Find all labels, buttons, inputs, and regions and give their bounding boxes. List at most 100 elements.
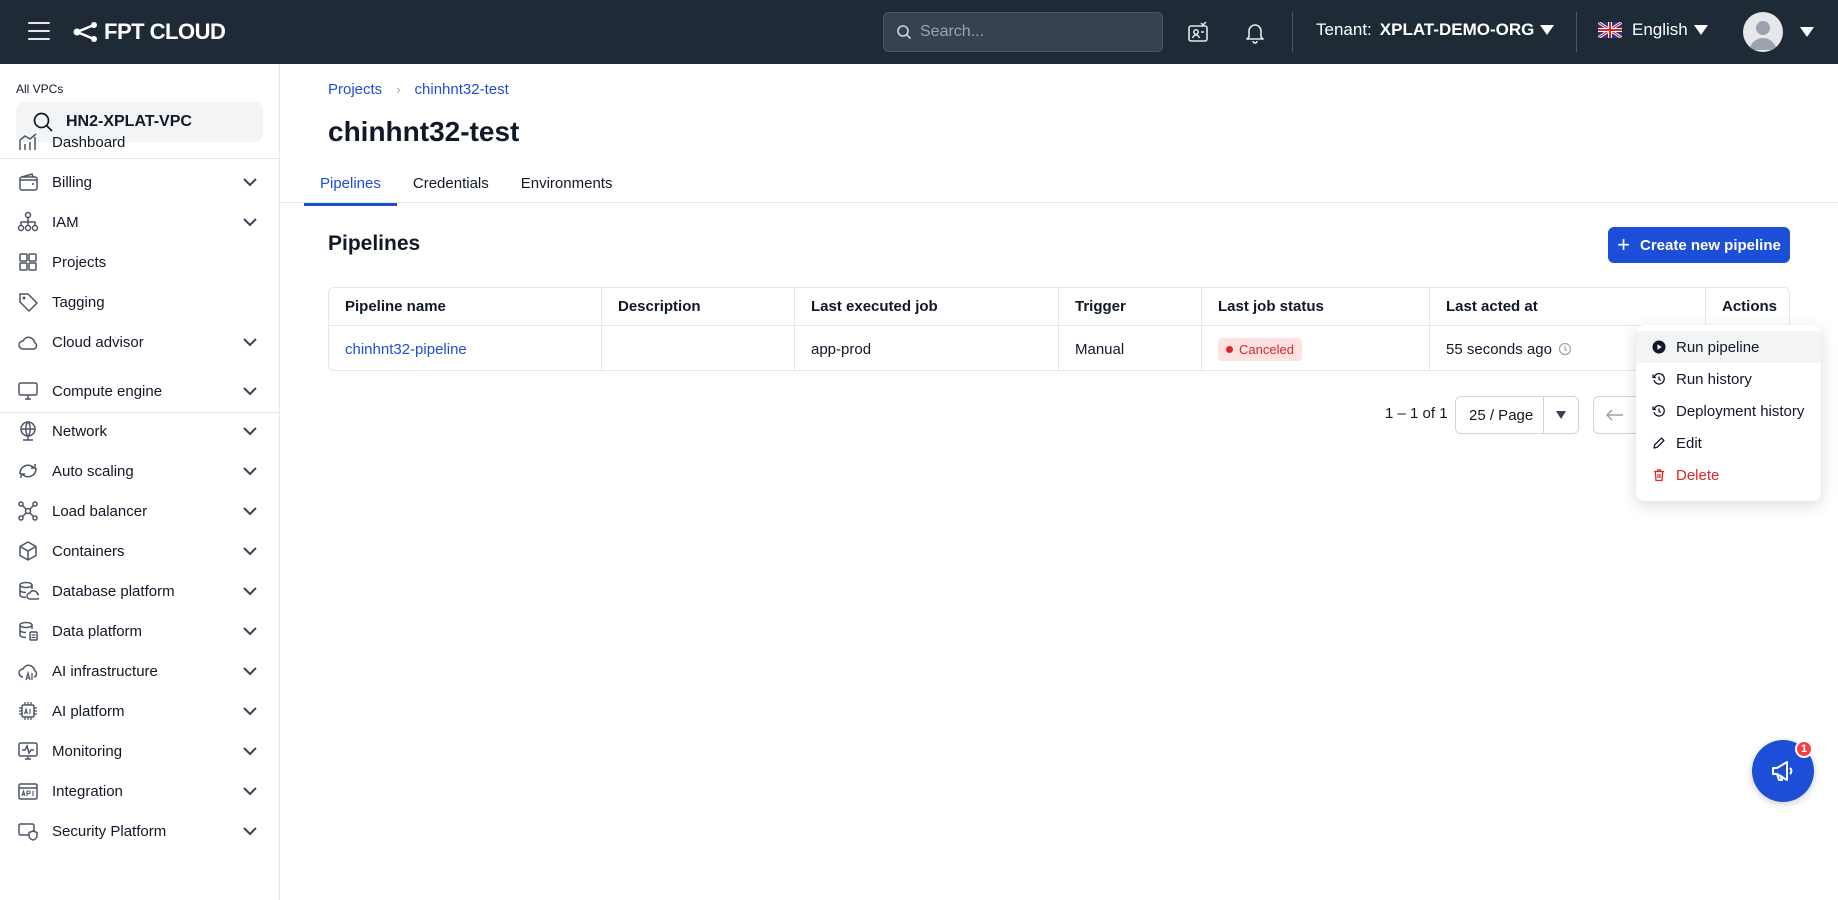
- sidebar-item-label: Data platform: [52, 622, 143, 640]
- language-selector[interactable]: English: [1598, 20, 1708, 40]
- sidebar-item-label: Integration: [52, 782, 123, 800]
- menu-item-run-history[interactable]: Run history: [1636, 363, 1821, 395]
- fpt-cloud-logo[interactable]: FPT CLOUD: [72, 17, 226, 47]
- table-header: Pipeline name Description Last executed …: [329, 288, 1789, 326]
- sidebar-item-label: Billing: [52, 173, 93, 191]
- chevron-down-icon[interactable]: [242, 825, 258, 837]
- sidebar-item-label: Projects: [52, 253, 107, 271]
- sidebar-item-label: Monitoring: [52, 742, 123, 760]
- user-card-icon[interactable]: [1186, 20, 1210, 44]
- column-header[interactable]: Description: [602, 288, 795, 325]
- global-search-box[interactable]: [883, 12, 1163, 52]
- chevron-down-icon[interactable]: [242, 336, 258, 348]
- chevron-down-icon[interactable]: [242, 785, 258, 797]
- trigger-cell: Manual: [1059, 326, 1202, 370]
- breadcrumb-current-link[interactable]: chinhnt32-test: [415, 81, 509, 98]
- column-header[interactable]: Last acted at: [1430, 288, 1706, 325]
- menu-item-label: Edit: [1676, 434, 1702, 452]
- uk-flag-icon: [1598, 22, 1622, 38]
- menu-item-deployment-history[interactable]: Deployment history: [1636, 395, 1821, 427]
- breadcrumb: Projects › chinhnt32-test: [328, 81, 509, 98]
- sidebar-item-network[interactable]: Network: [0, 411, 280, 451]
- menu-item-delete[interactable]: Delete: [1636, 459, 1821, 491]
- logo-network-icon: [73, 22, 97, 42]
- sidebar-item-projects[interactable]: Projects: [0, 242, 280, 282]
- sidebar-item-dashboard[interactable]: Dashboard: [0, 122, 280, 162]
- sidebar-item-iam[interactable]: IAM: [0, 202, 280, 242]
- sidebar-item-containers[interactable]: Containers: [0, 531, 280, 571]
- chevron-down-icon[interactable]: [242, 665, 258, 677]
- user-avatar-icon: [1749, 21, 1777, 50]
- chevron-down-icon[interactable]: [242, 545, 258, 557]
- table-row: chinhnt32-pipeline app-prod Manual Cance…: [329, 326, 1789, 370]
- sidebar-item-monitoring[interactable]: Monitoring: [0, 731, 280, 771]
- column-header[interactable]: Pipeline name: [329, 288, 602, 325]
- last-job-cell: app-prod: [795, 326, 1059, 370]
- arrow-left-icon: [1606, 409, 1623, 421]
- menu-item-run-pipeline[interactable]: Run pipeline: [1636, 331, 1821, 363]
- sidebar-item-integration[interactable]: Integration: [0, 771, 280, 811]
- sidebar-item-label: Security Platform: [52, 822, 167, 840]
- notification-count-badge: 1: [1795, 740, 1813, 758]
- sidebar-item-billing[interactable]: Billing: [0, 162, 280, 202]
- page-size-select[interactable]: 25 / Page: [1455, 396, 1579, 434]
- sidebar-item-database-platform[interactable]: Database platform: [0, 571, 280, 611]
- search-input[interactable]: [920, 23, 1150, 41]
- sidebar-item-label: AI infrastructure: [52, 662, 158, 680]
- shield-icon: [18, 823, 38, 841]
- pipeline-name-link[interactable]: chinhnt32-pipeline: [345, 341, 467, 358]
- menu-item-label: Run history: [1676, 370, 1752, 388]
- chip-icon: [19, 702, 37, 720]
- create-pipeline-button[interactable]: + Create new pipeline: [1608, 227, 1790, 263]
- chevron-down-icon[interactable]: [242, 465, 258, 477]
- last-acted-text: 55 seconds ago: [1446, 340, 1552, 358]
- logo-text: FPT CLOUD: [104, 19, 226, 44]
- tab-pipelines[interactable]: Pipelines: [304, 168, 397, 206]
- menu-item-edit[interactable]: Edit: [1636, 427, 1821, 459]
- tenant-selector[interactable]: Tenant: XPLAT-DEMO-ORG: [1316, 20, 1555, 40]
- chevron-down-icon[interactable]: [242, 745, 258, 757]
- sidebar-item-label: Auto scaling: [52, 462, 134, 480]
- breadcrumb-projects-link[interactable]: Projects: [328, 81, 382, 98]
- history-icon: [1652, 373, 1665, 385]
- tenant-label: Tenant:: [1316, 20, 1372, 39]
- tenant-value: XPLAT-DEMO-ORG: [1379, 20, 1535, 39]
- trash-icon: [1654, 469, 1664, 482]
- sidebar-item-label: IAM: [52, 213, 79, 231]
- bell-icon[interactable]: [1243, 20, 1267, 44]
- tab-credentials[interactable]: Credentials: [397, 168, 505, 206]
- chevron-down-icon[interactable]: [242, 385, 258, 397]
- user-avatar[interactable]: [1743, 12, 1783, 52]
- chevron-down-icon[interactable]: [242, 425, 258, 437]
- tab-environments[interactable]: Environments: [505, 168, 629, 206]
- sidebar-item-data-platform[interactable]: Data platform: [0, 611, 280, 651]
- main-content: Projects › chinhnt32-test chinhnt32-test…: [280, 64, 1838, 900]
- caret-down-icon: [1540, 25, 1555, 35]
- chevron-down-icon[interactable]: [242, 216, 258, 228]
- chevron-down-icon[interactable]: [242, 176, 258, 188]
- sidebar-item-label: Network: [52, 422, 108, 440]
- sidebar-item-cloud-advisor[interactable]: Cloud advisor: [0, 322, 280, 362]
- sidebar-item-security-platform[interactable]: Security Platform: [0, 811, 280, 851]
- sidebar: All VPCs HN2-XPLAT-VPC Dashboard Billing I…: [0, 64, 280, 900]
- sidebar-item-tagging[interactable]: Tagging: [0, 282, 280, 322]
- sidebar-item-load-balancer[interactable]: Load balancer: [0, 491, 280, 531]
- chevron-down-icon[interactable]: [242, 625, 258, 637]
- box-icon: [19, 541, 37, 561]
- column-header[interactable]: Last job status: [1202, 288, 1430, 325]
- sidebar-item-compute-engine[interactable]: Compute engine: [0, 371, 280, 411]
- header-divider: [1576, 12, 1577, 52]
- avatar-caret-down-icon[interactable]: [1800, 27, 1814, 37]
- sidebar-item-ai-infrastructure[interactable]: AI infrastructure: [0, 651, 280, 691]
- sidebar-item-auto-scaling[interactable]: Auto scaling: [0, 451, 280, 491]
- sidebar-item-ai-platform[interactable]: AI platform: [0, 691, 280, 731]
- column-header[interactable]: Trigger: [1059, 288, 1202, 325]
- chevron-down-icon[interactable]: [242, 505, 258, 517]
- cloud-icon: [18, 336, 38, 350]
- status-text: Canceled: [1239, 341, 1294, 357]
- chevron-down-icon[interactable]: [242, 585, 258, 597]
- hamburger-menu-icon[interactable]: [28, 22, 50, 40]
- pencil-icon: [1653, 437, 1665, 449]
- chevron-down-icon[interactable]: [242, 705, 258, 717]
- column-header[interactable]: Last executed job: [795, 288, 1059, 325]
